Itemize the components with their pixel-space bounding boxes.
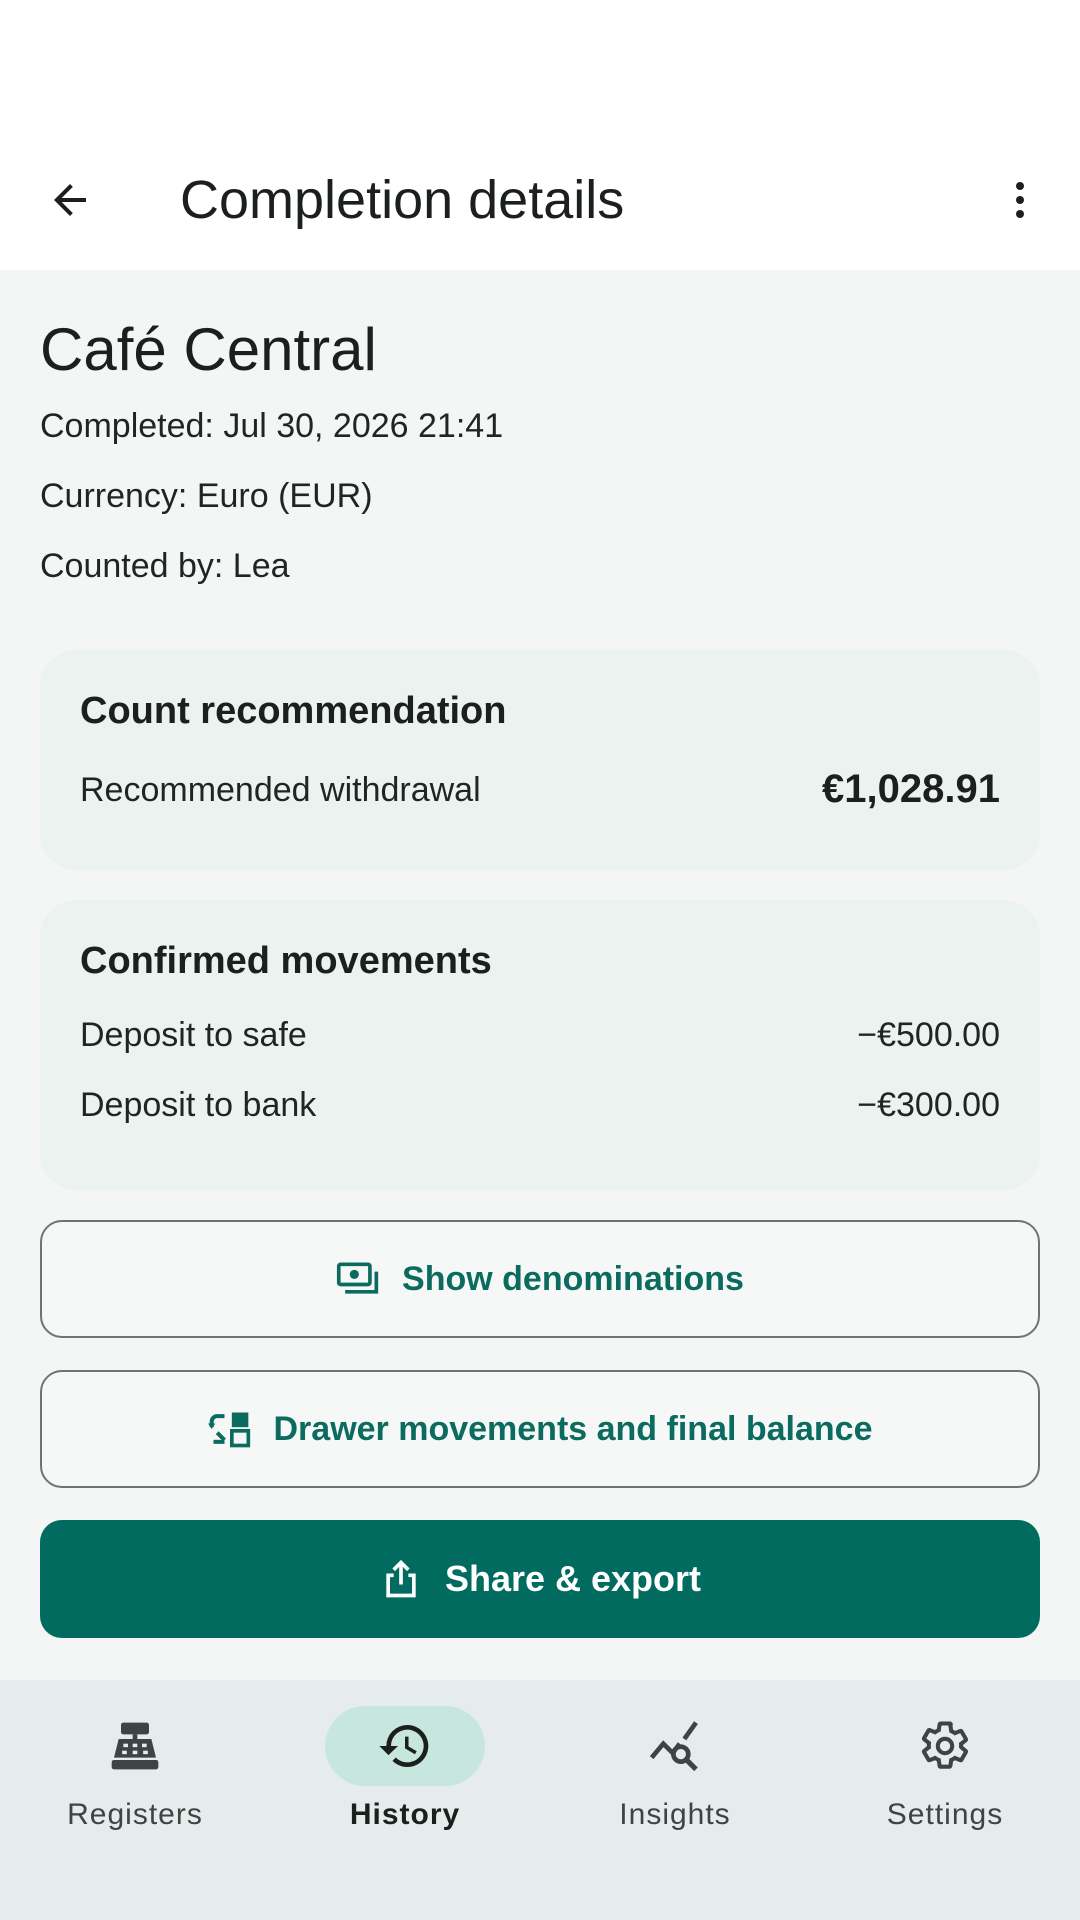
back-button[interactable]	[40, 170, 100, 230]
card-title: Confirmed movements	[80, 940, 492, 982]
nav-item-history[interactable]: History	[270, 1680, 540, 1920]
show-denominations-button[interactable]: Show denominations	[40, 1220, 1040, 1338]
balance-swap-icon	[207, 1412, 250, 1448]
bottom-navigation: Registers History Insights Settings	[0, 1680, 1080, 1920]
nav-label: History	[349, 1798, 461, 1831]
content-area: Café Central Completed: Jul 30, 2026 21:…	[0, 270, 1080, 1680]
show-denominations-label: Show denominations	[402, 1259, 744, 1298]
nav-label: Settings	[886, 1798, 1004, 1831]
nav-pill	[595, 1706, 755, 1786]
history-icon	[379, 1725, 429, 1767]
more-vert-icon	[1016, 182, 1024, 218]
confirmed-movements-card: Confirmed movements Deposit to safe −€50…	[40, 900, 1040, 1190]
nav-label: Insights	[619, 1798, 731, 1831]
gear-icon	[921, 1721, 969, 1769]
nav-label: Registers	[67, 1798, 203, 1831]
movement-value: −€300.00	[857, 1086, 1000, 1124]
count-recommendation-card: Count recommendation Recommended withdra…	[40, 650, 1040, 870]
currency-info: Currency: Euro (EUR)	[40, 477, 373, 515]
share-export-button[interactable]: Share & export	[40, 1520, 1040, 1638]
movement-value: −€500.00	[857, 1016, 1000, 1054]
nav-pill	[55, 1706, 215, 1786]
movement-label: Deposit to bank	[80, 1086, 317, 1124]
cash-register-icon	[111, 1722, 159, 1770]
drawer-movements-button[interactable]: Drawer movements and final balance	[40, 1370, 1040, 1488]
movement-label: Deposit to safe	[80, 1016, 307, 1054]
top-app-bar: Completion details	[0, 130, 1080, 270]
nav-pill	[865, 1706, 1025, 1786]
more-options-button[interactable]	[990, 170, 1050, 230]
arrow-back-icon	[54, 184, 86, 216]
counted-by-info: Counted by: Lea	[40, 547, 290, 585]
cash-icon	[336, 1262, 379, 1294]
nav-item-insights[interactable]: Insights	[540, 1680, 810, 1920]
completed-timestamp: Completed: Jul 30, 2026 21:41	[40, 407, 504, 445]
recommended-withdrawal-label: Recommended withdrawal	[80, 771, 481, 809]
share-export-label: Share & export	[444, 1558, 702, 1599]
status-bar	[0, 0, 1080, 130]
card-title: Count recommendation	[80, 690, 507, 732]
nav-pill-active	[325, 1706, 485, 1786]
share-icon	[386, 1559, 416, 1598]
page-title: Completion details	[180, 170, 625, 230]
nav-item-registers[interactable]: Registers	[0, 1680, 270, 1920]
recommended-withdrawal-value: €1,028.91	[822, 767, 1000, 811]
insights-icon	[649, 1721, 698, 1772]
register-name: Café Central	[40, 316, 377, 383]
nav-item-settings[interactable]: Settings	[810, 1680, 1080, 1920]
drawer-movements-label: Drawer movements and final balance	[273, 1409, 873, 1448]
